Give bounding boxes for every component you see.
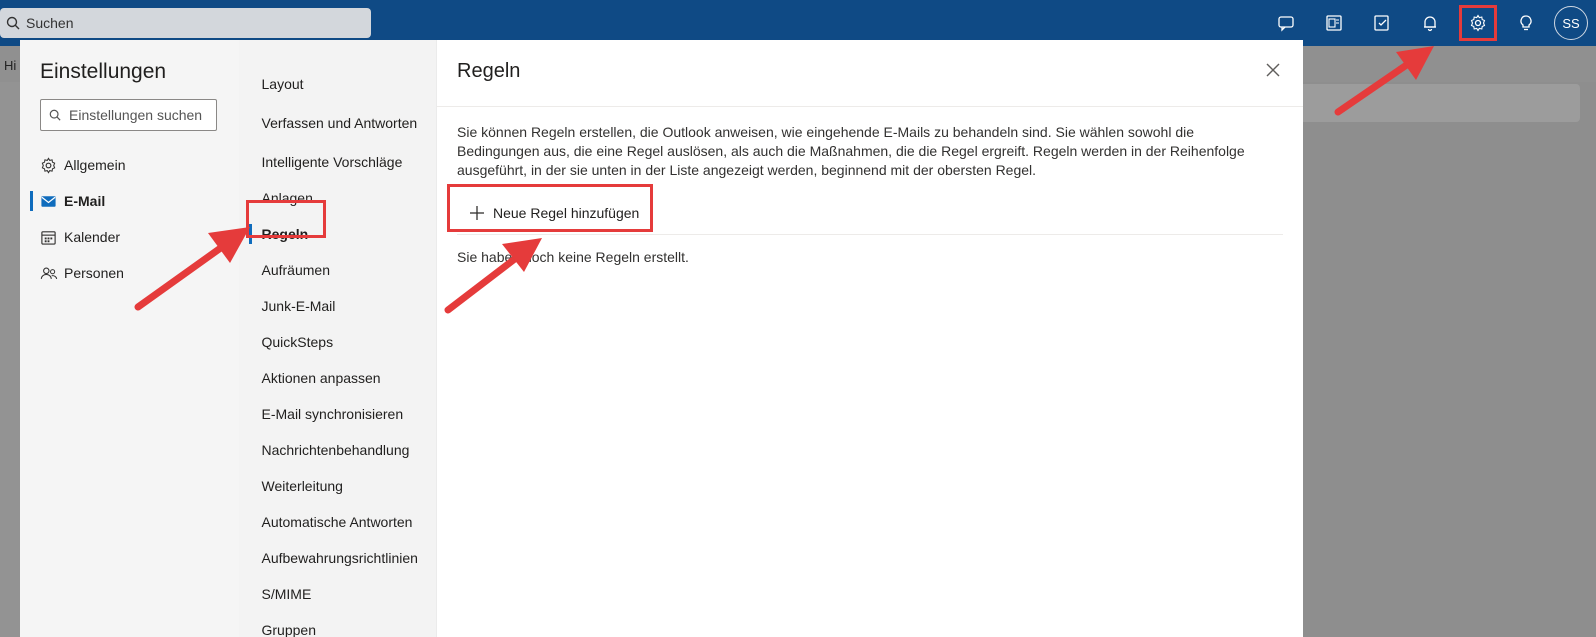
category-label: Kalender [64, 229, 121, 245]
settings-categories-pane: Einstellungen Einstellungen suchen Allge… [20, 40, 239, 637]
settings-search-input[interactable]: Einstellungen suchen [40, 99, 217, 131]
outlook-notes-icon [1326, 15, 1342, 31]
rules-divider [457, 234, 1283, 235]
mail-setting-aufraeumen[interactable]: Aufräumen [239, 252, 437, 288]
mail-setting-smime[interactable]: S/MIME [239, 576, 437, 612]
add-rule-button[interactable]: Neue Regel hinzufügen [447, 184, 653, 234]
settings-search-placeholder: Einstellungen suchen [69, 107, 203, 123]
search-icon [49, 109, 61, 121]
category-label: Allgemein [64, 157, 126, 173]
teams-chat-icon [1278, 16, 1294, 32]
gear-icon [1470, 14, 1486, 32]
background-sidebar [0, 82, 20, 637]
highlight-box-add-rule [447, 184, 653, 232]
mail-setting-auto-antworten[interactable]: Automatische Antworten [239, 504, 437, 540]
mail-setting-nachrichten[interactable]: Nachrichtenbehandlung [239, 432, 437, 468]
calendar-icon [40, 229, 64, 246]
rules-title: Regeln [457, 60, 521, 82]
category-personen[interactable]: Personen [40, 255, 239, 291]
mail-setting-weiterleitung[interactable]: Weiterleitung [239, 468, 437, 504]
outlook-notes-button[interactable] [1310, 0, 1358, 46]
search-icon [6, 16, 20, 30]
highlight-box-regeln [245, 200, 326, 238]
mail-setting-layout[interactable]: Layout [239, 66, 437, 102]
lightbulb-icon [1520, 15, 1532, 31]
mail-setting-verfassen[interactable]: Verfassen und Antworten [239, 102, 437, 144]
mail-setting-sync[interactable]: E-Mail synchronisieren [239, 396, 437, 432]
todo-button[interactable] [1358, 0, 1406, 46]
settings-dialog: Einstellungen Einstellungen suchen Allge… [20, 40, 1303, 637]
settings-button[interactable] [1454, 0, 1502, 46]
header-divider [437, 106, 1303, 107]
category-label: E-Mail [64, 193, 106, 209]
ribbon-tab-label[interactable]: Hi [4, 58, 16, 73]
mail-settings-list: Layout Verfassen und Antworten Intellige… [238, 40, 437, 637]
category-label: Personen [64, 265, 124, 281]
rules-empty-text: Sie haben noch keine Regeln erstellt. [457, 249, 689, 265]
settings-title: Einstellungen [40, 60, 167, 83]
mail-setting-junk[interactable]: Junk-E-Mail [239, 288, 437, 324]
mail-setting-aktionen[interactable]: Aktionen anpassen [239, 360, 437, 396]
todo-icon [1374, 15, 1389, 31]
rules-description: Sie können Regeln erstellen, die Outlook… [457, 124, 1245, 178]
global-search-input[interactable]: Suchen [0, 8, 371, 38]
category-email[interactable]: E-Mail [30, 183, 239, 219]
gear-icon [40, 156, 64, 174]
mail-setting-quicksteps[interactable]: QuickSteps [239, 324, 437, 360]
notifications-button[interactable] [1406, 0, 1454, 46]
category-kalender[interactable]: Kalender [40, 219, 239, 255]
mail-setting-vorschlaege[interactable]: Intelligente Vorschläge [239, 144, 437, 180]
rules-pane: Regeln Sie können Regeln erstellen, die … [437, 40, 1303, 637]
avatar[interactable]: SS [1554, 6, 1588, 40]
background-toolbar [1290, 84, 1580, 122]
people-icon [40, 265, 64, 282]
mail-icon [40, 193, 64, 210]
category-allgemein[interactable]: Allgemein [40, 147, 239, 183]
mail-setting-aufbewahrung[interactable]: Aufbewahrungsrichtlinien [239, 540, 437, 576]
bell-icon [1424, 16, 1436, 32]
close-icon[interactable] [1265, 62, 1281, 78]
tips-button[interactable] [1502, 0, 1550, 46]
settings-category-list: Allgemein E-Mail Kalender Personen [30, 147, 239, 291]
top-icons: SS [1262, 0, 1596, 46]
mail-setting-gruppen[interactable]: Gruppen [239, 612, 437, 637]
global-search-placeholder: Suchen [26, 15, 74, 31]
